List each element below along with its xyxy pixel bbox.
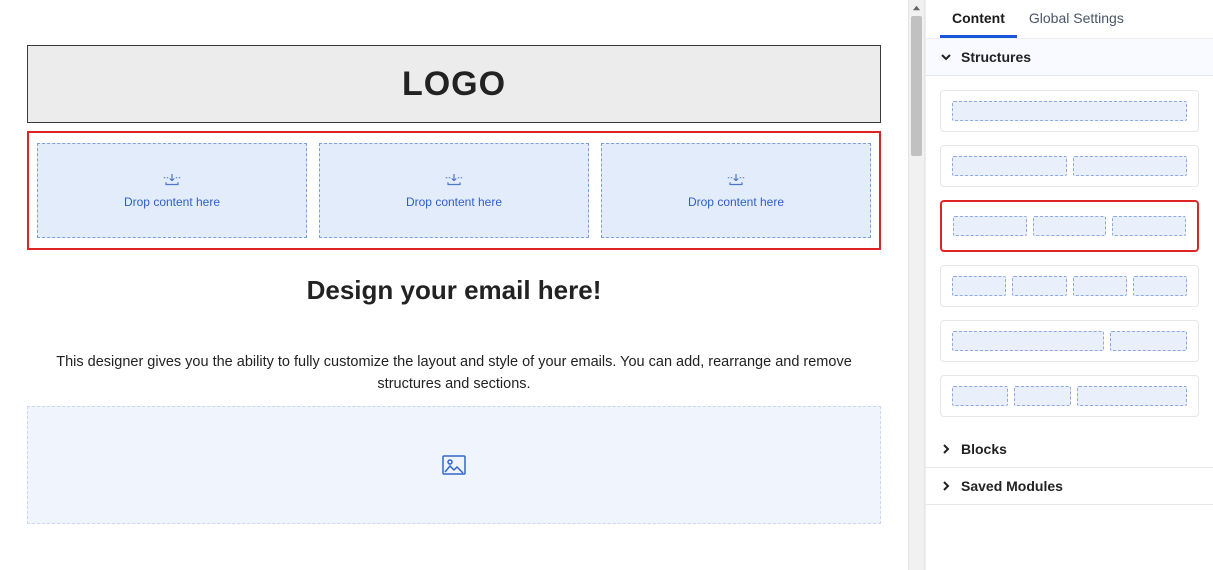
dropzone-label: Drop content here [124,195,220,209]
drop-icon [727,173,745,187]
panel-tabs: Content Global Settings [926,0,1213,39]
struct-col [1014,386,1070,406]
heading-block[interactable]: Design your email here! [27,275,881,306]
struct-col [1073,156,1188,176]
image-icon [442,455,466,475]
struct-col [1112,216,1186,236]
section-structures-header[interactable]: Structures [926,39,1213,76]
section-blocks-label: Blocks [961,441,1007,457]
structure-row-selected[interactable]: Drop content here Drop content here Drop… [27,131,881,250]
struct-col [952,101,1187,121]
structure-4col[interactable] [940,265,1199,307]
drop-icon [445,173,463,187]
structure-1col[interactable] [940,90,1199,132]
struct-col [952,331,1104,351]
structure-2-1[interactable] [940,320,1199,362]
email-heading: Design your email here! [27,275,881,306]
struct-col [952,276,1006,296]
section-saved-modules-label: Saved Modules [961,478,1063,494]
structure-2col[interactable] [940,145,1199,187]
section-structures-label: Structures [961,49,1031,65]
dropzone-col-1[interactable]: Drop content here [37,143,307,238]
struct-col [1077,386,1188,406]
email-canvas[interactable]: LOGO Drop content here Drop content here… [0,0,908,570]
logo-text: LOGO [402,65,506,104]
dropzone-col-2[interactable]: Drop content here [319,143,589,238]
chevron-right-icon [940,443,952,455]
struct-col [1133,276,1187,296]
struct-col [1110,331,1187,351]
chevron-right-icon [940,480,952,492]
image-placeholder[interactable] [27,406,881,524]
logo-block[interactable]: LOGO [27,45,881,123]
structure-1-1-2[interactable] [940,375,1199,417]
scroll-thumb[interactable] [911,16,922,156]
struct-col [953,216,1027,236]
side-panel: Content Global Settings Structures [925,0,1213,570]
struct-col [1012,276,1066,296]
scroll-up-arrow[interactable] [909,0,924,17]
drop-icon [163,173,181,187]
text-block[interactable]: This designer gives you the ability to f… [27,351,881,396]
section-blocks-header[interactable]: Blocks [926,431,1213,468]
struct-col [1073,276,1127,296]
tab-content[interactable]: Content [940,0,1017,38]
dropzone-label: Drop content here [688,195,784,209]
section-saved-modules-header[interactable]: Saved Modules [926,468,1213,505]
structures-list [926,76,1213,431]
structure-3col[interactable] [940,200,1199,252]
dropzone-col-3[interactable]: Drop content here [601,143,871,238]
struct-col [952,156,1067,176]
struct-col [952,386,1008,406]
chevron-down-icon [940,51,952,63]
dropzone-label: Drop content here [406,195,502,209]
struct-col [1033,216,1107,236]
scrollbar[interactable] [908,0,925,570]
tab-global-settings[interactable]: Global Settings [1017,0,1136,38]
